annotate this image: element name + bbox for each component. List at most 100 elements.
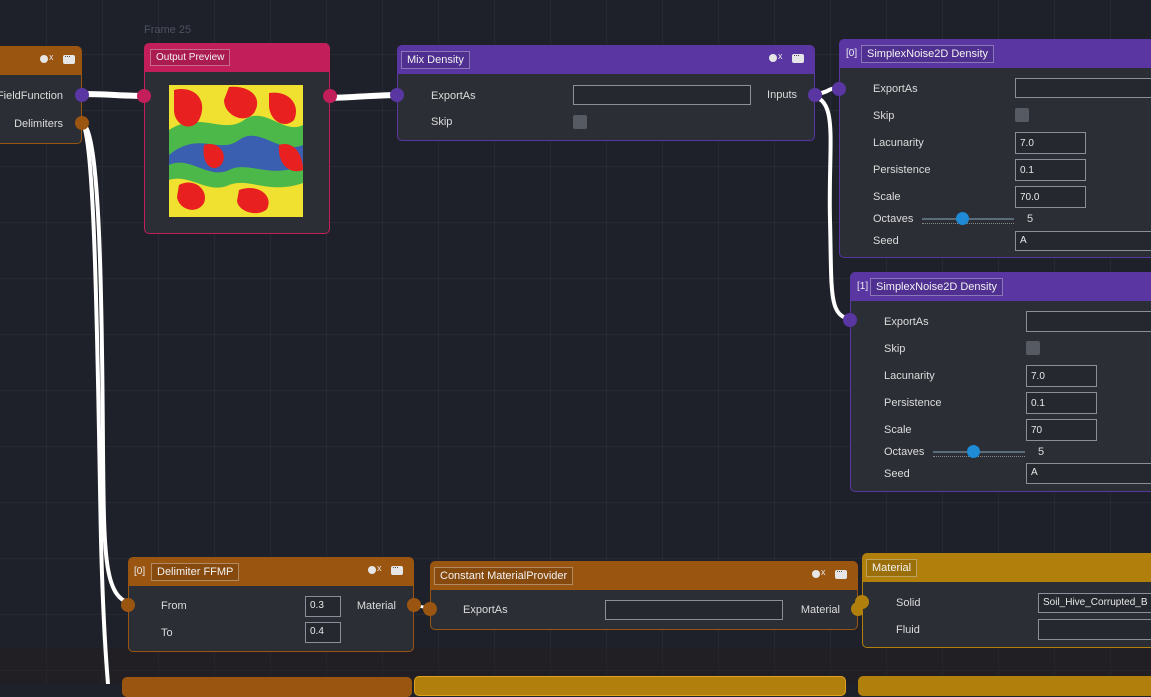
simplex-noise-1-header[interactable]: [1] SimplexNoise2D Density <box>851 273 1151 301</box>
skip-label: Skip <box>431 116 453 128</box>
delimiter-ffmp-header[interactable]: [0] Delimiter FFMP <box>129 558 413 586</box>
material-header[interactable]: Material <box>863 554 1151 582</box>
noise-preview-image <box>169 85 303 217</box>
scale-label: Scale <box>873 191 901 203</box>
port-label-delimiters: Delimiters <box>14 118 63 130</box>
skip-checkbox[interactable] <box>1015 108 1029 122</box>
port-label-fieldfunction: FieldFunction <box>0 90 63 102</box>
wire-delimiters-to-delimiter <box>81 122 135 606</box>
preview-input-port[interactable] <box>137 89 151 103</box>
simplex-noise-1-node[interactable]: [1] SimplexNoise2D Density ExportAs Skip… <box>843 272 1151 492</box>
constant-input-port[interactable] <box>423 602 437 616</box>
simplex-noise-0-title: SimplexNoise2D Density <box>861 45 995 63</box>
output-preview-header[interactable]: Output Preview <box>145 44 329 72</box>
seed-input[interactable]: A <box>1015 231 1151 251</box>
node-index: [0] <box>846 48 858 59</box>
constant-material-provider-node[interactable]: Constant MaterialProvider ExportAs Mater… <box>423 561 865 630</box>
octaves-slider-knob[interactable] <box>967 445 980 458</box>
seed-label: Seed <box>884 468 910 480</box>
octaves-value: 5 <box>1038 446 1045 458</box>
frame-label: Frame 25 <box>144 24 192 36</box>
mix-density-title: Mix Density <box>401 51 470 69</box>
material-title: Material <box>866 559 918 577</box>
octaves-label: Octaves <box>873 213 914 225</box>
scale-input[interactable]: 70.0 <box>1015 186 1086 208</box>
exportas-input[interactable] <box>1015 78 1151 98</box>
delimiter-ffmp-node[interactable]: [0] Delimiter FFMP From 0.3 To 0.4 Mater… <box>121 557 421 652</box>
exportas-input[interactable] <box>573 85 751 105</box>
mix-input-port[interactable] <box>390 88 404 102</box>
exportas-label: ExportAs <box>873 83 918 95</box>
lacunarity-input[interactable]: 7.0 <box>1015 132 1086 154</box>
mute-icon[interactable] <box>769 51 783 63</box>
constant-material-provider-header[interactable]: Constant MaterialProvider <box>431 562 857 590</box>
simplex-noise-0-header[interactable]: [0] SimplexNoise2D Density <box>840 40 1151 68</box>
mix-density-header[interactable]: Mix Density <box>398 46 814 74</box>
exportas-label: ExportAs <box>431 90 476 102</box>
node-index: [0] <box>134 566 146 577</box>
exportas-input[interactable] <box>1026 311 1151 332</box>
skip-checkbox[interactable] <box>1026 341 1040 355</box>
seed-label: Seed <box>873 235 899 247</box>
solid-input[interactable]: Soil_Hive_Corrupted_B <box>1038 593 1151 613</box>
mix-density-node[interactable]: Mix Density ExportAs Skip Inputs <box>390 45 822 141</box>
comment-icon[interactable] <box>835 566 847 579</box>
material-output-label: Material <box>356 600 396 612</box>
seed-input[interactable]: A <box>1026 463 1151 484</box>
noise0-output-port[interactable] <box>832 82 846 96</box>
delimiter-input-port[interactable] <box>121 598 135 612</box>
mute-icon[interactable] <box>40 52 54 64</box>
simplex-noise-1-title: SimplexNoise2D Density <box>870 278 1004 296</box>
from-input[interactable]: 0.3 <box>305 596 341 617</box>
to-input[interactable]: 0.4 <box>305 622 341 643</box>
skip-checkbox[interactable] <box>573 115 587 129</box>
bottom-gold-node-right[interactable] <box>858 676 1151 696</box>
left-node-header[interactable] <box>0 47 81 75</box>
solid-label: Solid <box>896 597 921 609</box>
fluid-input[interactable] <box>1038 619 1151 640</box>
exportas-label: ExportAs <box>463 604 508 616</box>
exportas-label: ExportAs <box>884 316 929 328</box>
scale-input[interactable]: 70 <box>1026 419 1097 441</box>
persistence-input[interactable]: 0.1 <box>1026 392 1097 414</box>
node-index: [1] <box>857 281 869 292</box>
skip-label: Skip <box>873 110 895 122</box>
delimiter-output-port[interactable] <box>407 598 421 612</box>
material-output-label: Material <box>800 604 840 616</box>
delimiters-output-port[interactable] <box>75 116 89 130</box>
comment-icon[interactable] <box>63 51 75 64</box>
fluid-label: Fluid <box>896 624 920 636</box>
octaves-value: 5 <box>1027 213 1034 225</box>
simplex-noise-0-node[interactable]: [0] SimplexNoise2D Density ExportAs Skip… <box>832 39 1151 258</box>
constant-material-provider-title: Constant MaterialProvider <box>434 567 574 585</box>
to-label: To <box>161 627 173 639</box>
bottom-orange-node[interactable] <box>122 677 412 697</box>
octaves-slider-ticks <box>922 223 1014 227</box>
output-preview-title: Output Preview <box>150 49 231 66</box>
skip-label: Skip <box>884 343 906 355</box>
lacunarity-label: Lacunarity <box>884 370 935 382</box>
persistence-label: Persistence <box>873 164 931 176</box>
exportas-input[interactable] <box>605 600 783 620</box>
octaves-label: Octaves <box>884 446 925 458</box>
inputs-output-label: Inputs <box>767 89 797 101</box>
left-node[interactable]: FieldFunction Delimiters <box>0 46 89 144</box>
bottom-gold-node[interactable] <box>414 676 846 696</box>
mute-icon[interactable] <box>368 563 382 575</box>
material-node[interactable]: Material Solid Soil_Hive_Corrupted_B Flu… <box>855 553 1151 648</box>
mute-icon[interactable] <box>812 567 826 579</box>
persistence-label: Persistence <box>884 397 942 409</box>
comment-icon[interactable] <box>391 562 403 575</box>
lacunarity-label: Lacunarity <box>873 137 924 149</box>
noise1-output-port[interactable] <box>843 313 857 327</box>
comment-icon[interactable] <box>792 50 804 63</box>
lacunarity-input[interactable]: 7.0 <box>1026 365 1097 387</box>
material-input-port[interactable] <box>855 595 869 609</box>
output-preview-node[interactable]: Output Preview <box>137 43 337 234</box>
mix-output-port[interactable] <box>808 88 822 102</box>
octaves-slider-knob[interactable] <box>956 212 969 225</box>
persistence-input[interactable]: 0.1 <box>1015 159 1086 181</box>
fieldfunction-output-port[interactable] <box>75 88 89 102</box>
preview-output-port[interactable] <box>323 89 337 103</box>
delimiter-ffmp-title: Delimiter FFMP <box>151 563 240 581</box>
